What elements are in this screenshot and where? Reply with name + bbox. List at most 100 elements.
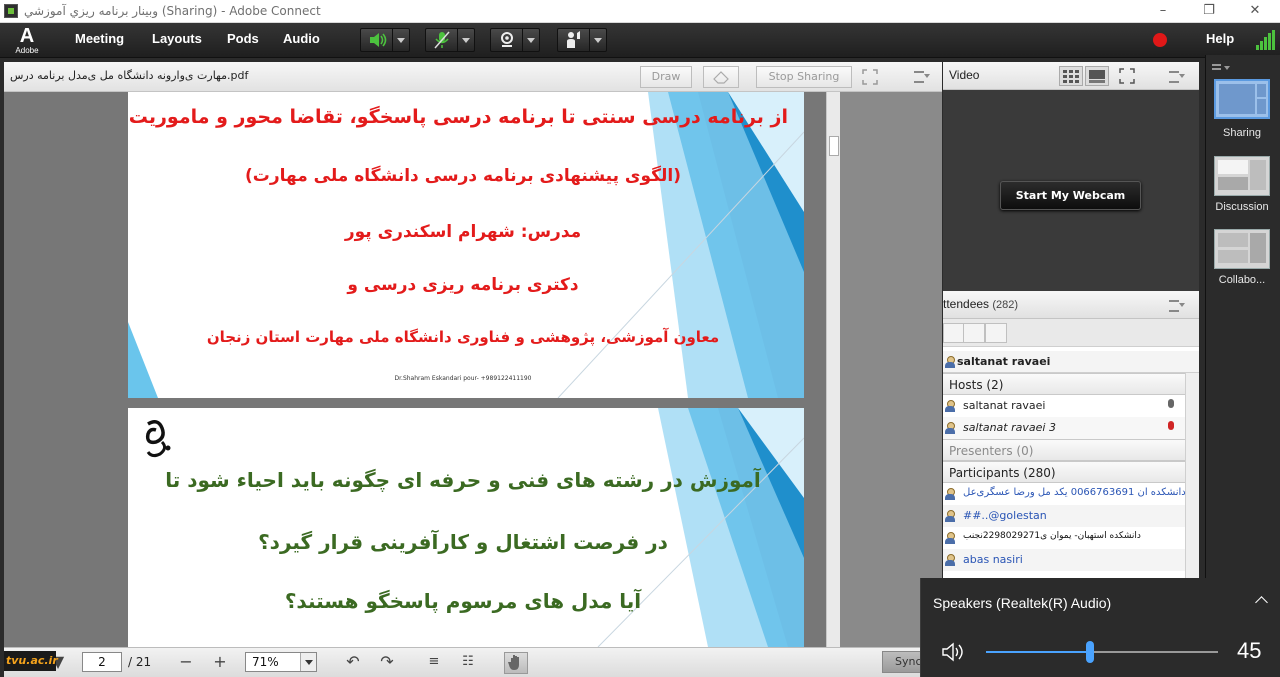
- slide-background-shapes: [128, 92, 804, 398]
- chevron-up-icon[interactable]: [1255, 594, 1267, 606]
- discussion-layout-thumbnail[interactable]: [1214, 156, 1270, 196]
- attendees-pod-menu-icon[interactable]: [1169, 299, 1185, 312]
- adobe-logo: A Adobe: [15, 25, 39, 55]
- zoom-in-icon[interactable]: +: [210, 654, 230, 672]
- layouts-menu-icon[interactable]: [1212, 58, 1232, 70]
- document-scrollbar[interactable]: [826, 92, 840, 647]
- group-participants[interactable]: Participants (280): [943, 461, 1185, 483]
- status-control[interactable]: [557, 28, 607, 52]
- menu-audio[interactable]: Audio: [283, 31, 320, 46]
- speaker-volume-icon[interactable]: [941, 641, 967, 663]
- list-item[interactable]: abas nasiri: [943, 549, 1185, 571]
- university-logo: [142, 418, 176, 458]
- menu-pods[interactable]: Pods: [227, 31, 259, 46]
- current-user-row[interactable]: saltanat ravaei: [943, 351, 1199, 373]
- restore-button[interactable]: ❐: [1186, 0, 1232, 23]
- connection-strength-icon: [1256, 30, 1276, 50]
- slide2-line2: در فرصت اشتغال و کارآفرینی قرار گیرد؟: [258, 530, 668, 554]
- microphone-dropdown-icon[interactable]: [458, 29, 474, 51]
- attendees-toolbar: [943, 319, 1199, 347]
- participant-user-icon: [945, 554, 955, 566]
- participant-user-icon: [945, 488, 955, 500]
- share-pod-toolbar: ▼ 2 / 21 − + 71% ↶ ↷ ≡ ☷ Sync: [4, 647, 942, 677]
- grid-view-icon[interactable]: [1059, 66, 1083, 86]
- shared-file-name: مهارت ی‌وارونه دانشگاه مل ی‌مدل برنامه د…: [10, 69, 249, 82]
- two-page-view-icon[interactable]: ☷: [458, 654, 478, 672]
- rotate-left-icon[interactable]: ↶: [343, 654, 363, 672]
- raise-hand-icon[interactable]: [558, 29, 590, 51]
- host-user-icon: [945, 422, 955, 434]
- attendee-status-icon[interactable]: [985, 323, 1007, 343]
- host-user-icon: [945, 400, 955, 412]
- attendees-pod-header: ttendees (282): [943, 291, 1199, 319]
- zoom-out-icon[interactable]: −: [176, 654, 196, 672]
- layout-sharing-label: Sharing: [1223, 127, 1261, 139]
- video-pod-header: Video: [943, 62, 1199, 90]
- window-title-bar: وبينار برنامه ريزي آموزشي (Sharing) - Ad…: [0, 0, 1280, 23]
- zoom-select[interactable]: 71%: [245, 652, 317, 672]
- volume-slider-thumb[interactable]: [1086, 641, 1094, 663]
- menu-bar: A Adobe Meeting Layouts Pods Audio Help: [0, 23, 1280, 58]
- start-webcam-button[interactable]: Start My Webcam: [1000, 181, 1141, 210]
- group-hosts[interactable]: Hosts (2): [943, 373, 1185, 395]
- stop-sharing-button[interactable]: Stop Sharing: [756, 66, 852, 88]
- sharing-layout-thumbnail[interactable]: [1214, 79, 1270, 119]
- draw-button[interactable]: Draw: [640, 66, 692, 88]
- status-dropdown-icon[interactable]: [590, 29, 606, 51]
- fullscreen-icon[interactable]: [862, 69, 878, 85]
- slide2-line1: آموزش در رشته های فنی و حرفه ای چگونه با…: [165, 468, 761, 492]
- share-pod-menu-icon[interactable]: [914, 70, 930, 83]
- speaker-dropdown-icon[interactable]: [393, 29, 409, 51]
- user-icon: [945, 356, 955, 368]
- volume-flyout: Speakers (Realtek(R) Audio) 45: [920, 578, 1280, 677]
- document-scrollbar-thumb[interactable]: [829, 136, 839, 156]
- group-presenters[interactable]: Presenters (0): [943, 439, 1185, 461]
- adobe-connect-app-icon: [4, 4, 18, 18]
- video-pod-menu-icon[interactable]: [1169, 70, 1185, 83]
- single-page-view-icon[interactable]: ≡: [424, 654, 444, 672]
- minimize-button[interactable]: –: [1140, 0, 1186, 23]
- document-viewer[interactable]: از برنامه درسی سنتی تا برنامه درسی پاسخگ…: [4, 92, 942, 647]
- microphone-control[interactable]: [425, 28, 475, 52]
- video-pod-title: Video: [949, 68, 980, 82]
- window-title: وبينار برنامه ريزي آموزشي (Sharing) - Ad…: [24, 4, 321, 18]
- list-item[interactable]: saltanat ravaei 3: [943, 417, 1185, 439]
- menu-help[interactable]: Help: [1206, 31, 1234, 46]
- microphone-muted-icon[interactable]: [426, 29, 458, 51]
- rotate-right-icon[interactable]: ↷: [377, 654, 397, 672]
- close-window-button[interactable]: ✕: [1232, 0, 1278, 23]
- audio-device-name[interactable]: Speakers (Realtek(R) Audio): [933, 595, 1111, 611]
- zoom-value: 71%: [252, 655, 279, 669]
- menu-layouts[interactable]: Layouts: [152, 31, 202, 46]
- page-number-input[interactable]: 2: [82, 652, 122, 672]
- attendees-pod-title: ttendees (282): [943, 297, 1019, 311]
- menu-meeting[interactable]: Meeting: [75, 31, 124, 46]
- webcam-dropdown-icon[interactable]: [523, 29, 539, 51]
- recording-indicator-icon[interactable]: [1153, 33, 1167, 47]
- fullscreen-icon[interactable]: [1119, 68, 1135, 84]
- list-item[interactable]: ##..@golestan: [943, 505, 1185, 527]
- layout-collaboration-label: Collabo...: [1218, 274, 1266, 286]
- video-pod: Video Start My Webcam: [943, 62, 1199, 291]
- slide1-subtitle: (الگوی پیشنهادی برنامه درسی دانشگاه ملی …: [244, 166, 682, 186]
- webcam-control[interactable]: [490, 28, 540, 52]
- slide1-presenter: مدرس: شهرام اسکندری پور: [344, 222, 582, 242]
- pan-hand-icon[interactable]: [504, 652, 528, 674]
- list-item[interactable]: saltanat ravaei: [943, 395, 1185, 417]
- participant-user-icon: [945, 532, 955, 544]
- filmstrip-view-icon[interactable]: [1085, 66, 1109, 86]
- webcam-icon[interactable]: [491, 29, 523, 51]
- microphone-icon: [1165, 399, 1177, 413]
- list-item[interactable]: دانشکده استهبان- یموان ی2298029271نجنب: [943, 527, 1185, 549]
- expand-view-icon[interactable]: [963, 323, 985, 343]
- slide1-title: از برنامه درسی سنتی تا برنامه درسی پاسخگ…: [128, 106, 788, 128]
- speaker-control[interactable]: [360, 28, 410, 52]
- volume-level: 45: [1237, 638, 1262, 663]
- volume-slider-fill: [986, 651, 1090, 653]
- chevron-down-icon[interactable]: [300, 653, 316, 671]
- list-view-icon[interactable]: [943, 323, 965, 343]
- collaboration-layout-thumbnail[interactable]: [1214, 229, 1270, 269]
- list-item[interactable]: دانشکده ان 0066763691 یکد مل ورضا عسگری‌…: [943, 483, 1185, 505]
- eraser-button[interactable]: [703, 66, 739, 88]
- speaker-icon[interactable]: [361, 29, 393, 51]
